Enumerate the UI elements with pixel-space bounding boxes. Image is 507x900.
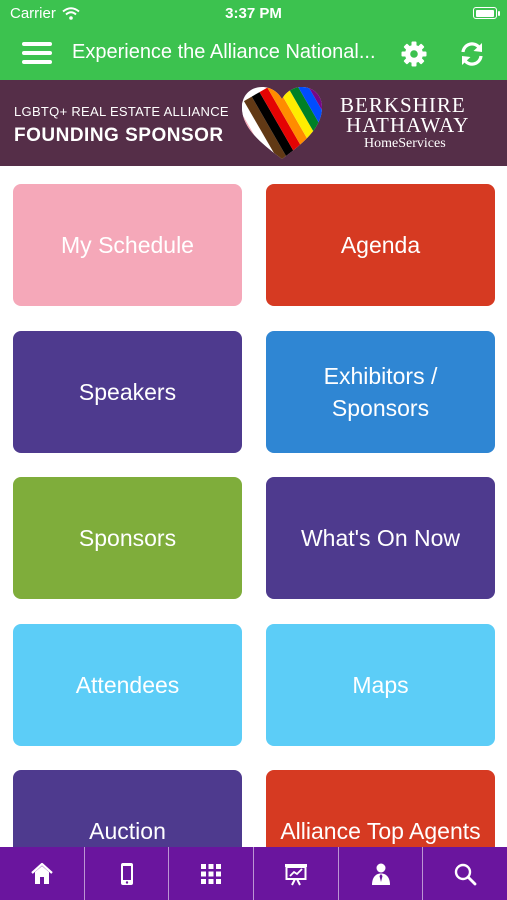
sponsor-banner[interactable]: LGBTQ+ REAL ESTATE ALLIANCE FOUNDING SPO… xyxy=(0,80,507,166)
tab-person[interactable] xyxy=(339,847,424,900)
bottom-tab-bar xyxy=(0,847,507,900)
tile-alliance-top-agents[interactable]: Alliance Top Agents xyxy=(266,770,495,847)
brand-line-homeservices: HomeServices xyxy=(364,136,446,151)
tab-mobile[interactable] xyxy=(85,847,170,900)
person-icon xyxy=(371,863,390,885)
tile-my-schedule[interactable]: My Schedule xyxy=(13,184,242,306)
tab-home[interactable] xyxy=(0,847,85,900)
tile-sponsors[interactable]: Sponsors xyxy=(13,477,242,599)
tab-search[interactable] xyxy=(423,847,507,900)
home-icon xyxy=(31,862,53,884)
refresh-icon[interactable] xyxy=(458,40,486,68)
tab-grid[interactable] xyxy=(169,847,255,900)
banner-alliance-text: LGBTQ+ REAL ESTATE ALLIANCE xyxy=(14,104,229,119)
grid-icon xyxy=(201,863,222,884)
tile-attendees[interactable]: Attendees xyxy=(13,623,242,746)
status-time: 3:37 PM xyxy=(225,5,282,22)
tile-auction[interactable]: Auction xyxy=(13,770,242,847)
tile-maps[interactable]: Maps xyxy=(266,623,495,746)
tile-agenda[interactable]: Agenda xyxy=(266,184,495,306)
nav-bar: Experience the Alliance National... xyxy=(0,28,507,80)
menu-tile-grid: My Schedule Agenda Speakers Exhibitors / Sp… xyxy=(0,166,507,847)
page-title: Experience the Alliance National... xyxy=(72,41,376,63)
battery-icon xyxy=(473,7,500,19)
pride-heart-logo xyxy=(242,87,322,159)
status-bar: Carrier 3:37 PM xyxy=(0,0,507,28)
mobile-icon xyxy=(120,862,133,885)
banner-founding-sponsor-text: FOUNDING SPONSOR xyxy=(14,125,224,146)
tile-exhibitors-sponsors[interactable]: Exhibitors / Sponsors xyxy=(266,330,495,453)
brand-line-hathaway: HATHAWAY xyxy=(346,113,470,137)
tile-speakers[interactable]: Speakers xyxy=(13,330,242,453)
gear-icon[interactable] xyxy=(400,40,428,68)
tab-presentation[interactable] xyxy=(254,847,339,900)
search-icon xyxy=(454,863,477,885)
tile-what-s-on-now[interactable]: What's On Now xyxy=(266,477,495,599)
battery-level xyxy=(475,9,494,17)
hamburger-menu-icon[interactable] xyxy=(22,42,52,66)
presentation-icon xyxy=(284,863,307,885)
